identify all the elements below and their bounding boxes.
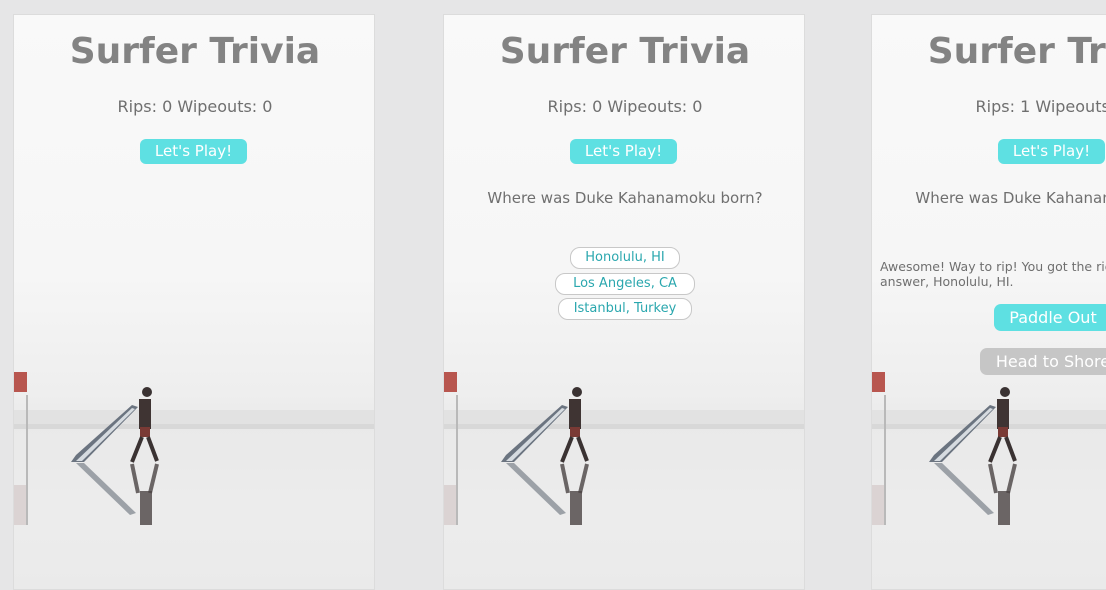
answer-feedback: Awesome! Way to rip! You got the right a…: [880, 259, 1106, 289]
score-display: Rips: 1 Wipeouts: 0: [975, 97, 1106, 116]
app-title: Surfer Trivia: [499, 31, 751, 72]
lets-play-button[interactable]: Let's Play!: [140, 139, 247, 164]
head-to-shore-button[interactable]: Head to Shore: [980, 348, 1106, 375]
answer-option-istanbul[interactable]: Istanbul, Turkey: [558, 298, 692, 320]
app-title: Surfer Trivia: [69, 31, 321, 72]
trivia-screen-start: Surfer Trivia Rips: 0 Wipeouts: 0 Let's …: [13, 14, 375, 590]
question-text: Where was Duke Kahanamoku born?: [915, 189, 1106, 207]
paddle-out-button[interactable]: Paddle Out: [994, 304, 1106, 331]
score-display: Rips: 0 Wipeouts: 0: [117, 97, 273, 116]
lets-play-button[interactable]: Let's Play!: [570, 139, 677, 164]
feedback-line-2: answer, Honolulu, HI.: [880, 274, 1014, 289]
answer-option-los-angeles[interactable]: Los Angeles, CA: [555, 273, 695, 295]
lets-play-button[interactable]: Let's Play!: [998, 139, 1105, 164]
trivia-screen-question: Surfer Trivia Rips: 0 Wipeouts: 0 Let's …: [443, 14, 805, 590]
score-display: Rips: 0 Wipeouts: 0: [547, 97, 703, 116]
answer-option-honolulu[interactable]: Honolulu, HI: [570, 247, 680, 269]
feedback-line-1: Awesome! Way to rip! You got the right: [880, 259, 1106, 274]
question-text: Where was Duke Kahanamoku born?: [487, 189, 763, 207]
app-title: Surfer Trivia: [927, 31, 1106, 72]
trivia-screen-result: Surfer Trivia Rips: 1 Wipeouts: 0 Let's …: [871, 14, 1106, 590]
